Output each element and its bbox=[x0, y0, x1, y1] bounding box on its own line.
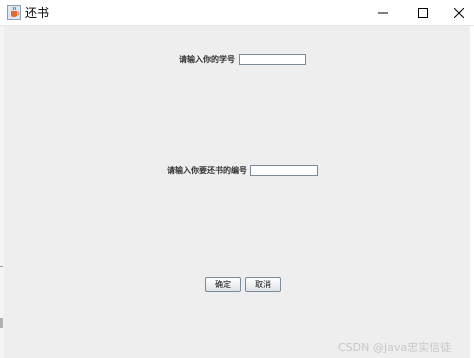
confirm-button[interactable]: 确定 bbox=[205, 277, 241, 292]
student-id-input[interactable] bbox=[239, 54, 306, 65]
book-id-label: 请输入你要还书的编号 bbox=[167, 166, 247, 175]
student-id-label: 请输入你的学号 bbox=[179, 55, 235, 64]
cancel-button[interactable]: 取消 bbox=[245, 277, 281, 292]
return-book-window: 还书 请输入你的学号 请输入你要还书的编号 确定 取消 CSDN @Java忠实… bbox=[0, 0, 474, 358]
java-cup-icon bbox=[7, 5, 21, 20]
close-button[interactable] bbox=[436, 0, 474, 26]
title-bar[interactable]: 还书 bbox=[0, 0, 474, 26]
minimize-icon bbox=[378, 8, 388, 18]
csdn-watermark: CSDN @Java忠实信徒 bbox=[338, 341, 452, 354]
content-pane: 请输入你的学号 请输入你要还书的编号 确定 取消 bbox=[4, 26, 470, 358]
right-window-edge bbox=[470, 26, 474, 358]
close-icon bbox=[454, 8, 464, 18]
edge-mark bbox=[0, 318, 3, 328]
edge-mark bbox=[0, 266, 3, 267]
book-id-input[interactable] bbox=[250, 165, 318, 176]
window-title: 还书 bbox=[25, 6, 50, 20]
maximize-icon bbox=[418, 8, 428, 18]
